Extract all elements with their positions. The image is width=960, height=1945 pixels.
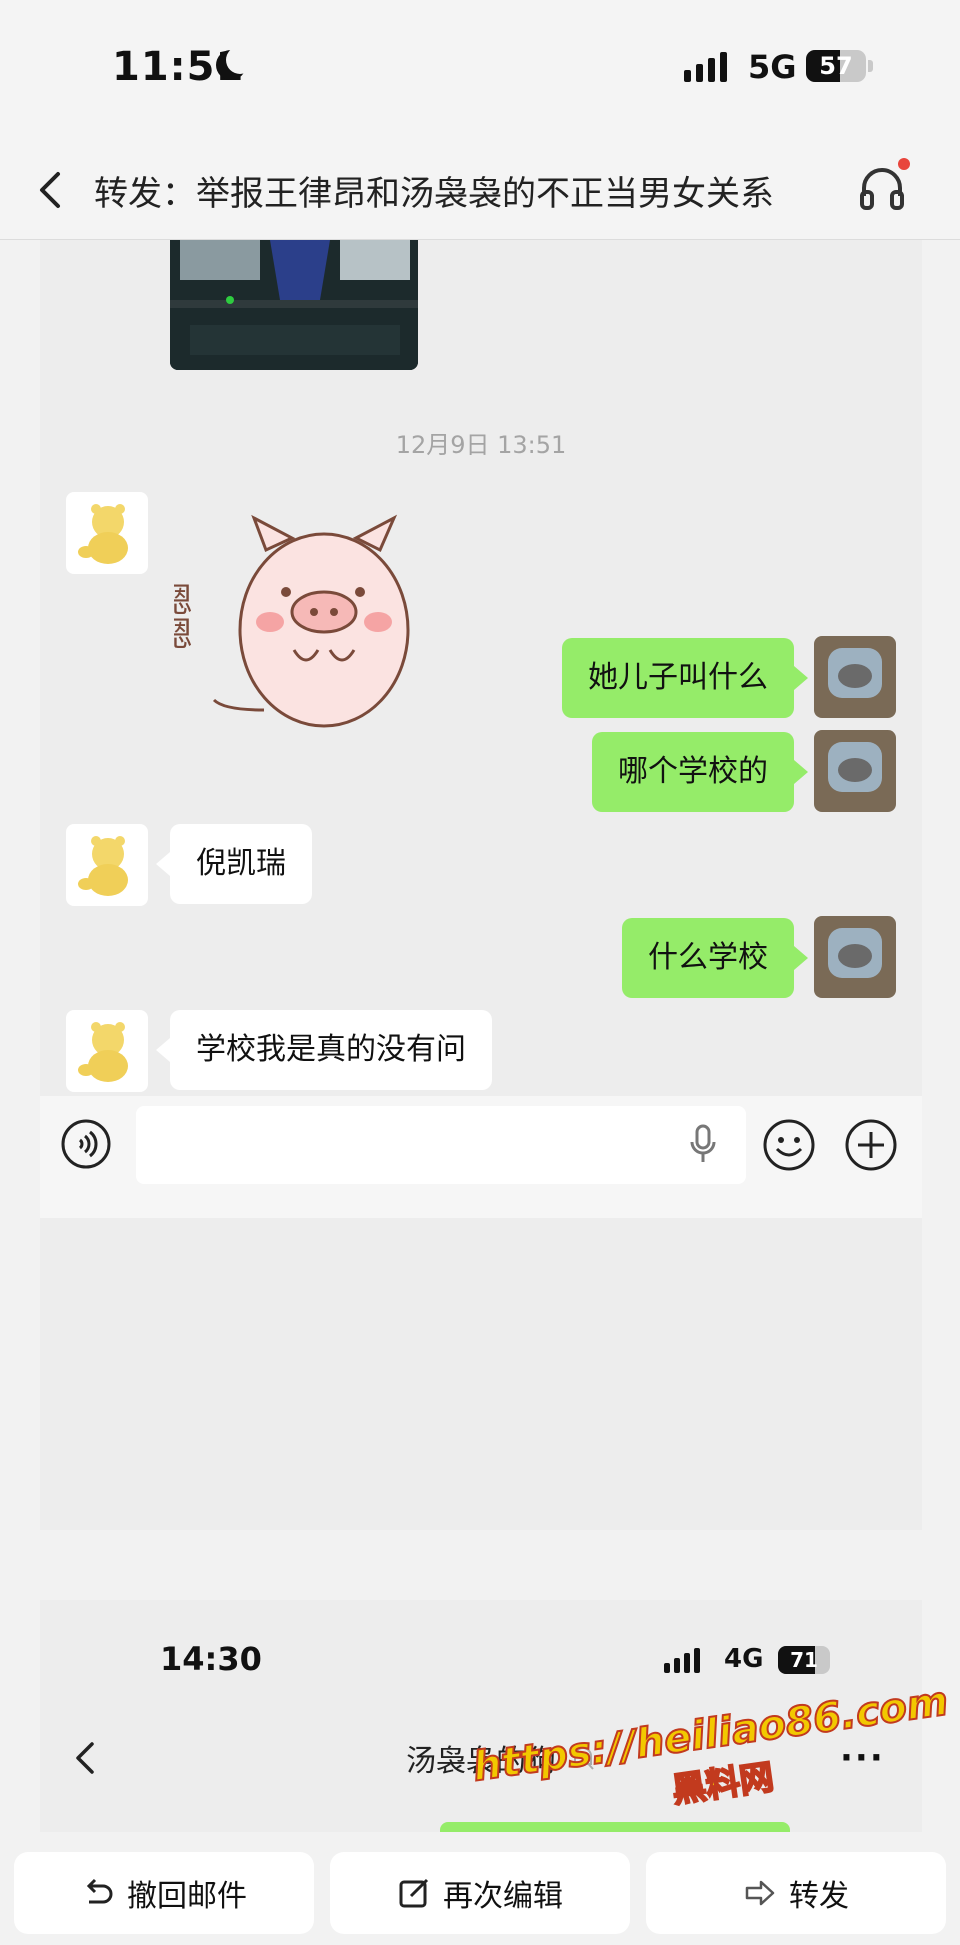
status-time: 14:30 — [160, 1640, 262, 1678]
avatar[interactable] — [66, 1010, 148, 1092]
message-bubble-outgoing[interactable]: 哪个学校的 — [592, 732, 808, 812]
pig-sticker[interactable]: 嗯嗯 — [174, 500, 474, 730]
signal-icon — [684, 52, 727, 82]
avatar[interactable] — [66, 492, 148, 574]
avatar[interactable] — [814, 730, 896, 812]
chat-screenshot: 12月9日 13:51 嗯嗯 她儿子叫什么 哪个学校的 倪凯瑞 什么学校 学校我… — [40, 240, 922, 1530]
message-input[interactable] — [136, 1106, 746, 1184]
avatar[interactable] — [66, 824, 148, 906]
edit-again-button[interactable]: 再次编辑 — [330, 1852, 630, 1934]
headphone-icon[interactable] — [856, 162, 908, 214]
microphone-icon[interactable] — [688, 1124, 718, 1164]
battery-icon: 57 — [806, 50, 866, 82]
mail-subject: 转发：举报王律昂和汤袅袅的不正当男女关系 — [94, 174, 774, 214]
mail-header: 转发：举报王律昂和汤袅袅的不正当男女关系 — [0, 140, 960, 240]
edit-again-label: 再次编辑 — [443, 1879, 563, 1914]
avatar[interactable] — [814, 916, 896, 998]
avatar[interactable] — [814, 636, 896, 718]
chat-timestamp: 12月9日 13:51 — [395, 431, 567, 459]
notification-dot — [898, 158, 910, 170]
moon-icon — [216, 46, 254, 80]
network-type: 4G — [724, 1644, 764, 1674]
battery-icon: 71 — [778, 1646, 830, 1674]
forward-button[interactable]: 转发 — [646, 1852, 946, 1934]
edit-icon — [399, 1878, 429, 1908]
shared-image[interactable] — [170, 240, 418, 370]
status-bar: 11:51 5G 57 — [0, 0, 960, 140]
battery-percent: 57 — [819, 52, 853, 80]
network-type: 5G — [748, 48, 797, 86]
recall-mail-button[interactable]: 撤回邮件 — [14, 1852, 314, 1934]
voice-icon[interactable] — [60, 1118, 112, 1170]
battery-percent: 71 — [790, 1648, 818, 1672]
message-bubble-incoming[interactable]: 倪凯瑞 — [156, 824, 312, 904]
chat-input-bar — [40, 1096, 922, 1218]
undo-icon — [86, 1878, 113, 1904]
message-bubble-incoming[interactable]: 学校我是真的没有问 — [156, 1010, 492, 1090]
battery-tip — [868, 60, 873, 72]
message-bubble-outgoing[interactable]: 什么学校 — [622, 918, 808, 998]
forward-arrow-icon — [745, 1880, 775, 1906]
forward-label: 转发 — [789, 1879, 849, 1914]
emoji-icon[interactable] — [762, 1118, 816, 1172]
separator — [0, 1530, 960, 1600]
recall-mail-label: 撤回邮件 — [127, 1879, 247, 1914]
bottom-toolbar: 撤回邮件 再次编辑 转发 — [0, 1838, 960, 1945]
message-bubble-outgoing[interactable]: 她儿子叫什么 — [562, 638, 808, 718]
plus-icon[interactable] — [844, 1118, 898, 1172]
signal-icon — [664, 1648, 700, 1673]
sticker-text: 嗯嗯 — [174, 582, 192, 650]
back-arrow-icon[interactable] — [30, 166, 74, 214]
